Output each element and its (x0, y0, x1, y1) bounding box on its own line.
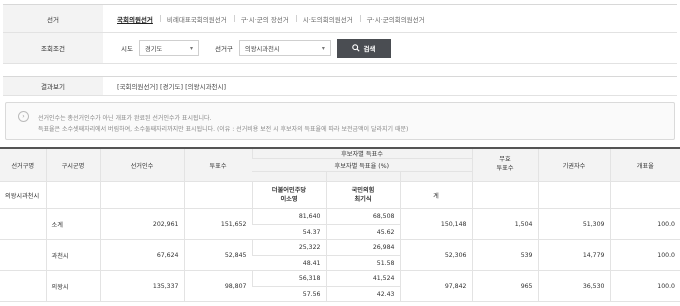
election-tabs: 국회의원선거 비례대표국회의원선거 구·시·군의 장선거 시·도의회의원선거 구… (117, 14, 432, 24)
total-cell: 97,842 (399, 270, 472, 302)
district-cell: 의왕시과천시 (0, 181, 46, 209)
tab-city-council[interactable]: 구·시·군의회의원선거 (359, 14, 432, 24)
condition-label: 조회조건 (3, 33, 103, 63)
header-turnout: 개표율 (609, 147, 680, 182)
candidate-2-header: 국민의힘 최기식 (325, 181, 400, 209)
header-district: 선거구명 (0, 147, 46, 182)
turnout-cell: 100.0 (609, 239, 680, 271)
candidate-1-header: 더불어민주당 이소영 (251, 181, 326, 209)
district-spacer-cell (0, 270, 46, 302)
election-type-row: 선거 국회의원선거 비례대표국회의원선거 구·시·군의 장선거 시·도의회의원선… (3, 4, 677, 33)
spacer-cell (537, 181, 610, 209)
header-sub-spacer (252, 171, 326, 182)
header-area: 구시군명 (45, 147, 100, 182)
chevron-right-icon: › (18, 111, 29, 122)
turnout-cell: 100.0 (609, 208, 680, 240)
tab-provincial-council[interactable]: 시·도의회의원선거 (295, 14, 360, 24)
spacer-cell (183, 181, 252, 209)
header-sub-spacer (325, 171, 400, 182)
chevron-down-icon: ▾ (321, 44, 325, 52)
abstain-cell: 36,530 (537, 270, 610, 302)
candidate-2-party: 국민의힘 (351, 186, 375, 194)
turnout-cell: 100.0 (609, 270, 680, 302)
candidate-1-rate-cell: 54.37 (252, 224, 326, 240)
candidate-1-votes-cell: 81,640 (251, 208, 326, 225)
abstain-cell: 14,779 (537, 239, 610, 271)
votes-cell: 52,845 (183, 239, 252, 271)
header-voters: 선거인수 (99, 147, 184, 182)
district-spacer-cell (0, 239, 46, 271)
spacer-cell (99, 181, 184, 209)
tab-national-assembly[interactable]: 국회의원선거 (117, 14, 160, 24)
table-row: 의왕시 135,337 98,807 56,318 41,524 97,842 … (0, 270, 680, 302)
search-button[interactable]: 검색 (336, 38, 391, 58)
candidate-1-name: 이소영 (280, 196, 298, 203)
district-value: 의왕시과천시 (244, 45, 280, 53)
sido-label: 시도 (121, 45, 133, 53)
result-table: 선거구명 구시군명 선거인수 투표수 후보자별 득표수 무효 투표수 기권자수 … (0, 147, 680, 302)
chevron-down-icon: ▾ (189, 44, 193, 52)
candidate-1-rate-cell: 48.41 (252, 255, 326, 271)
spacer-cell (471, 181, 538, 209)
sido-select[interactable]: 경기도 ▾ (138, 40, 199, 56)
header-invalid: 무효 투표수 (471, 147, 538, 182)
voters-cell: 67,624 (99, 239, 184, 271)
sido-value: 경기도 (144, 45, 163, 53)
election-label: 선거 (3, 5, 103, 32)
header-votes: 투표수 (183, 147, 252, 182)
voters-cell: 135,337 (99, 270, 184, 302)
header-invalid-label: 무효 투표수 (496, 156, 514, 172)
tab-proportional[interactable]: 비례대표국회의원선거 (159, 14, 234, 24)
invalid-cell: 539 (471, 239, 538, 271)
condition-controls: 시도 경기도 ▾ 선거구 의왕시과천시 ▾ 검색 (121, 38, 391, 58)
area-cell: 과천시 (45, 239, 100, 271)
candidate-1-votes-cell: 56,318 (251, 270, 326, 287)
candidate-2-votes-cell: 68,508 (325, 208, 400, 225)
search-icon (352, 44, 361, 52)
candidate-1-votes-cell: 25,322 (251, 239, 326, 256)
total-cell: 150,148 (399, 208, 472, 240)
search-button-label: 검색 (363, 45, 376, 53)
invalid-cell: 965 (471, 270, 538, 302)
votes-cell: 151,652 (183, 208, 252, 240)
notice-line-1: 선거인수는 총선거인수가 아닌 개표가 완료된 선거인수가 표시됩니다. (38, 115, 212, 122)
candidate-1-party: 더불어민주당 (271, 186, 307, 194)
result-path: [국회의원선거] [경기도] [의왕시과천시] (117, 83, 227, 91)
candidate-1-rate-cell: 57.56 (252, 286, 326, 302)
notice-line-2: 득표율은 소수셋째자리에서 버림하여, 소수둘째자리까지만 표시됩니다. (이유… (38, 126, 409, 133)
header-abstain: 기권자수 (537, 147, 610, 182)
abstain-cell: 51,309 (537, 208, 610, 240)
total-cell: 52,306 (399, 239, 472, 271)
area-cell: 소계 (45, 208, 100, 240)
notice-box: › 선거인수는 총선거인수가 아닌 개표가 완료된 선거인수가 표시됩니다. 득… (5, 102, 675, 140)
result-row: 결과보기 [국회의원선거] [경기도] [의왕시과천시] (3, 76, 677, 96)
tab-mayor[interactable]: 구·시·군의 장선거 (233, 14, 296, 24)
total-header: 계 (399, 181, 472, 209)
header-candidate-votes: 후보자별 득표수 (251, 147, 472, 159)
candidate-2-name: 최기식 (354, 196, 372, 203)
candidate-2-votes-cell: 26,984 (325, 239, 400, 256)
header-sub-spacer (399, 171, 472, 182)
invalid-cell: 1,504 (471, 208, 538, 240)
district-spacer-cell (0, 208, 46, 240)
header-candidate-rate: 후보자별 득표율 (%) (252, 158, 472, 172)
area-cell: 의왕시 (45, 270, 100, 302)
spacer-cell (45, 181, 100, 209)
district-label: 선거구 (214, 45, 233, 53)
voters-cell: 202,961 (99, 208, 184, 240)
table-row: 소계 202,961 151,652 81,640 68,508 150,148… (0, 208, 680, 240)
candidate-2-votes-cell: 41,524 (325, 270, 400, 287)
condition-row: 조회조건 시도 경기도 ▾ 선거구 의왕시과천시 ▾ 검색 (3, 33, 677, 64)
candidate-2-rate-cell: 51.58 (325, 255, 400, 271)
spacer-cell (609, 181, 680, 209)
district-select[interactable]: 의왕시과천시 ▾ (238, 40, 331, 56)
candidate-2-rate-cell: 45.62 (325, 224, 400, 240)
candidate-2-rate-cell: 42.43 (325, 286, 400, 302)
result-label: 결과보기 (3, 77, 103, 95)
votes-cell: 98,807 (183, 270, 252, 302)
table-row: 과천시 67,624 52,845 25,322 26,984 52,306 5… (0, 239, 680, 271)
